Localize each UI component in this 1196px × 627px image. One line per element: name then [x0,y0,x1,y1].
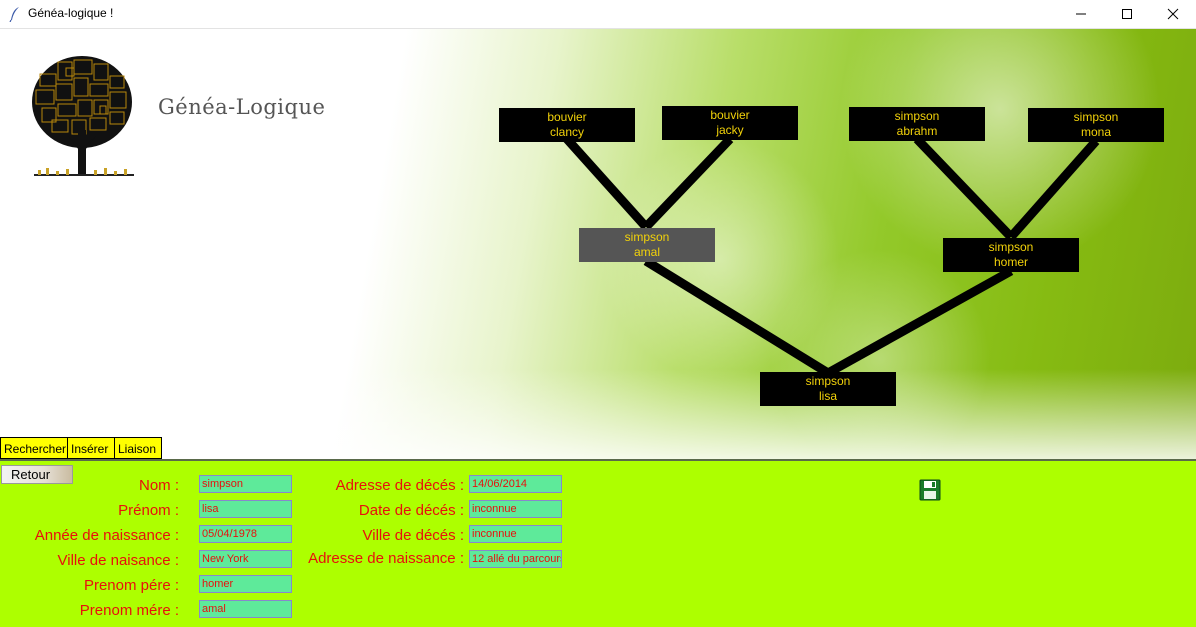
node-prenom: amal [633,245,660,259]
tree-node-simpson-homer[interactable]: simpson homer [943,238,1079,272]
family-tree-canvas: Généa-Logique bouvier clancy bouvier jac… [0,29,1196,459]
node-prenom: abrahm [896,124,938,138]
label-prenom-mere: Prenom mére : [79,602,179,619]
close-button[interactable] [1150,0,1196,28]
back-button[interactable]: Retour [1,465,73,484]
person-form-panel [0,459,1196,627]
tree-node-simpson-abrahm[interactable]: simpson abrahm [849,107,985,141]
maximize-button[interactable] [1104,0,1150,28]
tree-node-simpson-lisa[interactable]: simpson lisa [760,372,896,406]
label-annee-naissance: Année de naissance : [34,527,179,544]
field-ville-naissance[interactable]: New York [199,550,292,568]
node-nom: simpson [624,230,670,244]
node-nom: simpson [805,374,851,388]
field-adresse-deces[interactable]: 14/06/2014 [469,475,562,493]
tree-node-simpson-mona[interactable]: simpson mona [1028,108,1164,142]
field-ville-deces[interactable]: inconnue [469,525,562,543]
minimize-icon [1076,13,1086,15]
maximize-icon [1122,9,1132,19]
node-prenom: clancy [549,125,584,139]
node-prenom: homer [993,255,1028,269]
tab-liaison[interactable]: Liaison [114,437,162,459]
field-prenom-mere[interactable]: amal [199,600,292,618]
link-mona-homer [1007,138,1100,240]
tree-node-bouvier-clancy[interactable]: bouvier clancy [499,108,635,142]
field-annee-naissance[interactable]: 05/04/1978 [199,525,292,543]
label-prenom-pere: Prenom pére : [83,577,179,594]
tree-node-simpson-amal[interactable]: simpson amal [579,228,715,262]
node-prenom: jacky [716,123,744,137]
field-adresse-naissance[interactable]: 12 allé du parcours [469,550,562,568]
tab-inserer[interactable]: Insérer [67,437,115,459]
node-prenom: lisa [818,389,837,403]
label-ville-deces: Ville de décés : [362,527,464,544]
link-clancy-amal [563,135,650,231]
link-jacky-amal [642,135,734,231]
window-title: Généa-logique ! [28,6,114,20]
field-prenom-pere[interactable]: homer [199,575,292,593]
label-adresse-deces: Adresse de décés : [335,477,464,494]
node-nom: simpson [988,240,1034,254]
tree-node-bouvier-jacky[interactable]: bouvier jacky [662,106,798,140]
label-date-deces: Date de décés : [358,502,464,519]
node-nom: bouvier [710,108,750,122]
minimize-button[interactable] [1058,0,1104,28]
link-homer-lisa [825,267,1014,377]
tab-rechercher[interactable]: Rechercher [0,437,68,459]
label-nom: Nom : [138,477,179,494]
field-prenom[interactable]: lisa [199,500,292,518]
node-nom: simpson [1073,110,1119,124]
label-prenom: Prénom : [118,502,179,519]
save-icon[interactable] [919,479,941,501]
link-abrahm-homer [913,135,1015,241]
link-amal-lisa [643,257,831,377]
field-nom[interactable]: simpson [199,475,292,493]
feather-icon [9,7,19,22]
node-nom: bouvier [547,110,587,124]
label-ville-naissance: Ville de naisance : [57,552,179,569]
close-icon [1167,8,1179,20]
label-adresse-naissance: Adresse de naissance : [308,550,464,567]
node-nom: simpson [894,109,940,123]
field-date-deces[interactable]: inconnue [469,500,562,518]
title-bar: Généa-logique ! [0,0,1196,29]
node-prenom: mona [1080,125,1112,139]
